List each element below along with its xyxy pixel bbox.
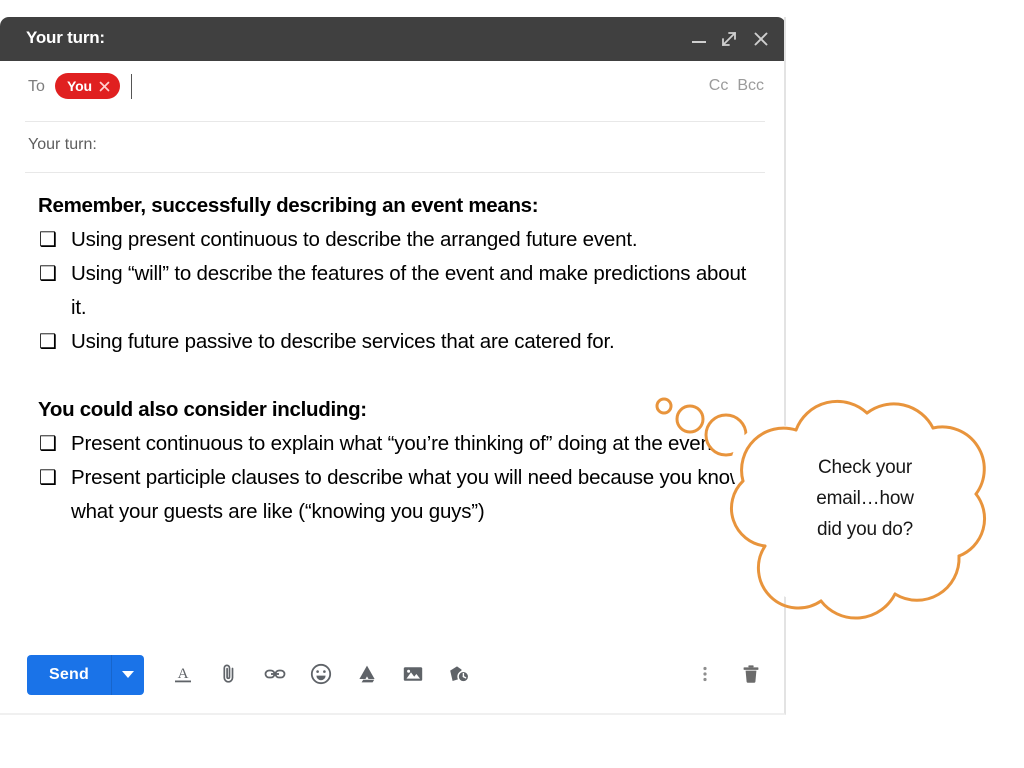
insert-photo-icon[interactable] <box>400 661 426 687</box>
bubble-text-line: Check your <box>817 457 913 478</box>
more-options-icon[interactable] <box>692 661 718 687</box>
body-bullet-item: ❑ Using present continuous to describe t… <box>38 223 753 257</box>
checkbox-bullet-icon: ❑ <box>39 229 57 251</box>
minimize-icon[interactable] <box>686 26 712 52</box>
body-bullet-text: Using “will” to describe the features of… <box>71 262 747 319</box>
body-heading-2: You could also consider including: <box>38 398 367 421</box>
format-text-icon[interactable]: A <box>170 661 196 687</box>
body-bullet-text: Using present continuous to describe the… <box>71 228 638 251</box>
thought-bubble-text: Check your email…how did you do? <box>790 452 940 545</box>
body-bullet-item: ❑ Present participle clauses to describe… <box>38 461 753 529</box>
subject-input[interactable]: Your turn: <box>28 136 97 154</box>
compose-window-title: Your turn: <box>26 28 105 47</box>
body-bullet-item: ❑ Using future passive to describe servi… <box>38 325 753 359</box>
body-blank-line <box>38 359 753 393</box>
body-bullet-text: Using future passive to describe service… <box>71 330 615 353</box>
compose-window-header: Your turn: <box>0 17 784 61</box>
expand-icon[interactable] <box>716 26 742 52</box>
body-bullet-text: Present participle clauses to describe w… <box>71 466 745 523</box>
to-label: To <box>28 78 45 95</box>
body-bullet-item: ❑ Using “will” to describe the features … <box>38 257 753 325</box>
to-field-row[interactable]: To You Cc Bcc <box>0 61 784 119</box>
compose-window: Your turn: To You Cc Bcc Your turn: Reme… <box>0 17 786 715</box>
svg-text:A: A <box>178 666 189 682</box>
message-body[interactable]: Remember, successfully describing an eve… <box>38 189 753 529</box>
toolbar-icon-group: A <box>170 661 472 687</box>
close-icon[interactable] <box>748 26 774 52</box>
send-button-group[interactable]: Send <box>27 655 144 695</box>
cc-bcc-group: Cc Bcc <box>709 77 764 95</box>
trash-icon[interactable] <box>738 661 764 687</box>
compose-toolbar: Send A <box>0 651 784 705</box>
bubble-text-line: email…how <box>816 488 914 509</box>
subject-field-divider <box>25 172 765 173</box>
body-heading-1: Remember, successfully describing an eve… <box>38 194 539 217</box>
recipient-chip-label: You <box>67 78 92 94</box>
checkbox-bullet-icon: ❑ <box>39 433 57 455</box>
recipient-chip[interactable]: You <box>55 73 120 99</box>
cc-link[interactable]: Cc <box>709 77 729 95</box>
insert-emoji-icon[interactable] <box>308 661 334 687</box>
confidential-mode-icon[interactable] <box>446 661 472 687</box>
bubble-text-line: did you do? <box>816 519 914 540</box>
toolbar-right-group <box>692 661 764 687</box>
body-bullet-text: Present continuous to explain what “you’… <box>71 432 723 455</box>
attach-file-icon[interactable] <box>216 661 242 687</box>
checkbox-bullet-icon: ❑ <box>39 263 57 285</box>
checkbox-bullet-icon: ❑ <box>39 467 57 489</box>
body-bullet-item: ❑ Present continuous to explain what “yo… <box>38 427 753 461</box>
bcc-link[interactable]: Bcc <box>737 77 764 95</box>
to-text-caret <box>131 74 132 99</box>
chip-remove-close-icon[interactable] <box>98 80 111 93</box>
send-button[interactable]: Send <box>27 655 111 695</box>
subject-field-row[interactable]: Your turn: <box>0 122 784 172</box>
insert-link-icon[interactable] <box>262 661 288 687</box>
google-drive-icon[interactable] <box>354 661 380 687</box>
checkbox-bullet-icon: ❑ <box>39 331 57 353</box>
send-options-chevron-down-icon[interactable] <box>110 655 144 695</box>
